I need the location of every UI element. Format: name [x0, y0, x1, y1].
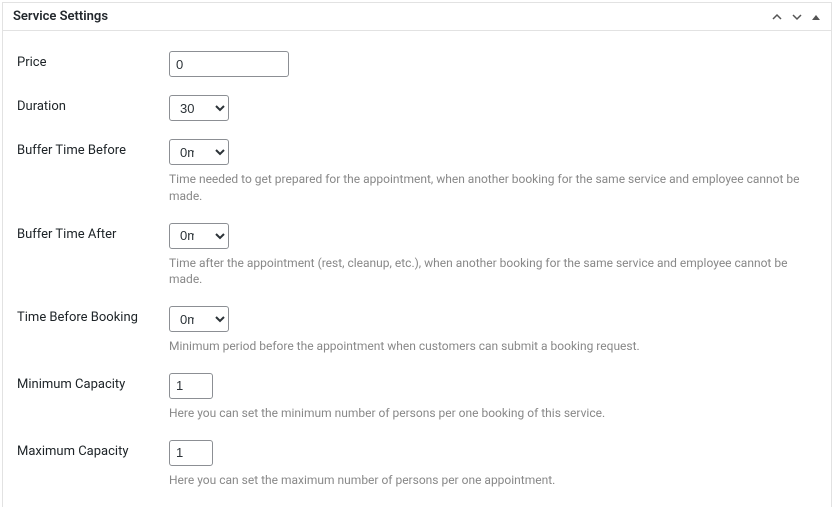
- duration-select[interactable]: 30m: [169, 95, 229, 121]
- max-capacity-input[interactable]: [169, 440, 213, 466]
- label-price: Price: [17, 51, 169, 70]
- help-max-capacity: Here you can set the maximum number of p…: [169, 472, 817, 489]
- panel-header: Service Settings: [3, 3, 831, 31]
- panel-header-controls: [771, 11, 821, 23]
- panel-body: Price Duration 30m Buffer Time Before 0m…: [3, 31, 831, 507]
- help-min-capacity: Here you can set the minimum number of p…: [169, 405, 817, 422]
- time-before-booking-select[interactable]: 0m: [169, 306, 229, 332]
- label-max-capacity: Maximum Capacity: [17, 440, 169, 459]
- label-duration: Duration: [17, 95, 169, 114]
- price-input[interactable]: [169, 51, 289, 77]
- label-buffer-before: Buffer Time Before: [17, 139, 169, 158]
- label-time-before-booking: Time Before Booking: [17, 306, 169, 325]
- help-time-before-booking: Minimum period before the appointment wh…: [169, 338, 817, 355]
- min-capacity-input[interactable]: [169, 373, 213, 399]
- label-min-capacity: Minimum Capacity: [17, 373, 169, 392]
- panel-title: Service Settings: [13, 9, 108, 24]
- chevron-up-icon[interactable]: [771, 11, 783, 23]
- help-buffer-before: Time needed to get prepared for the appo…: [169, 171, 817, 205]
- label-buffer-after: Buffer Time After: [17, 223, 169, 242]
- row-time-before-booking: Time Before Booking 0m Minimum period be…: [17, 306, 817, 355]
- row-price: Price: [17, 51, 817, 77]
- row-buffer-before: Buffer Time Before 0m Time needed to get…: [17, 139, 817, 205]
- row-min-capacity: Minimum Capacity Here you can set the mi…: [17, 373, 817, 422]
- service-settings-panel: Service Settings Price Duration 30m: [2, 2, 832, 507]
- row-duration: Duration 30m: [17, 95, 817, 121]
- buffer-before-select[interactable]: 0m: [169, 139, 229, 165]
- buffer-after-select[interactable]: 0m: [169, 223, 229, 249]
- help-buffer-after: Time after the appointment (rest, cleanu…: [169, 255, 817, 289]
- triangle-up-icon[interactable]: [811, 12, 821, 22]
- row-max-capacity: Maximum Capacity Here you can set the ma…: [17, 440, 817, 489]
- row-buffer-after: Buffer Time After 0m Time after the appo…: [17, 223, 817, 289]
- chevron-down-icon[interactable]: [791, 11, 803, 23]
